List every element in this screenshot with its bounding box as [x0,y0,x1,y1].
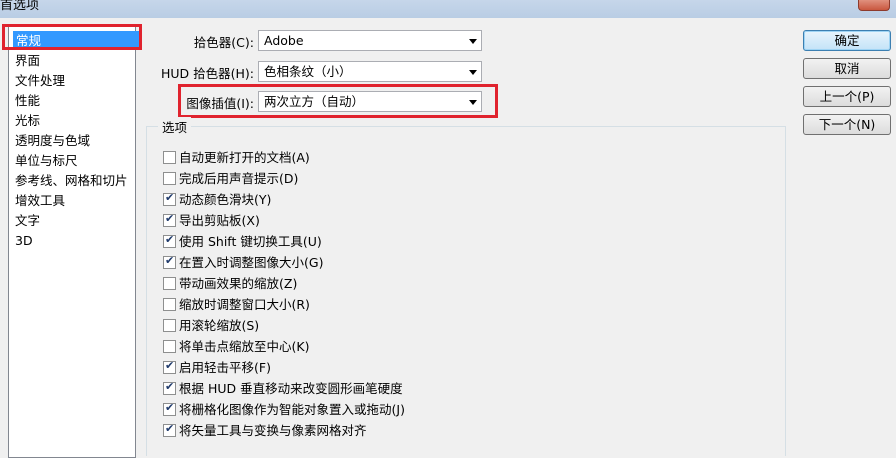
option-label: 启用轻击平移(F) [179,360,271,375]
option-label: 缩放时调整窗口大小(R) [179,297,310,312]
sidebar-item-interface[interactable]: 界面 [15,51,40,70]
checkbox-checked[interactable] [163,212,176,227]
color-picker-label: 拾色器(C): [193,35,254,50]
option-label: 将单击点缩放至中心(K) [179,339,310,354]
sidebar-item-performance[interactable]: 性能 [15,91,40,110]
option-label: 用滚轮缩放(S) [179,318,260,333]
checkbox-checked[interactable] [163,422,176,437]
option-label: 将矢量工具与变换与像素网格对齐 [179,423,367,438]
next-button[interactable]: 下一个(N) [803,114,891,135]
sidebar-item-units-rulers[interactable]: 单位与标尺 [15,151,78,170]
window-title: 首选项 [0,0,40,13]
category-list: 常规 界面 文件处理 性能 光标 透明度与色域 单位与标尺 参考线、网格和切片 … [8,26,139,458]
hud-color-picker-select[interactable]: 色相条纹（小） [258,61,482,82]
options-group-title: 选项 [158,117,192,136]
title-bar: 首选项 [0,0,896,18]
sidebar-item-transparency-gamut[interactable]: 透明度与色域 [15,131,90,150]
prev-button[interactable]: 上一个(P) [803,86,891,107]
checkbox[interactable] [163,151,176,164]
sidebar-item-file-handling[interactable]: 文件处理 [15,71,65,90]
preferences-dialog: 常规 界面 文件处理 性能 光标 透明度与色域 单位与标尺 参考线、网格和切片 … [0,18,896,458]
checkbox-checked[interactable] [163,380,176,395]
option-label: 在置入时调整图像大小(G) [179,255,324,270]
cancel-button[interactable]: 取消 [803,58,891,79]
color-picker-value: Adobe [264,33,304,48]
option-label: 根据 HUD 垂直移动来改变圆形画笔硬度 [179,381,403,396]
checkbox[interactable] [163,277,176,290]
sidebar-item-cursors[interactable]: 光标 [15,111,40,130]
chevron-down-icon [469,39,477,44]
checkbox[interactable] [163,172,176,185]
hud-color-picker-value: 色相条纹（小） [264,64,352,79]
sidebar-item-guides-grid-slices[interactable]: 参考线、网格和切片 [15,171,128,190]
checkbox[interactable] [163,319,176,332]
option-label: 完成后用声音提示(D) [179,171,299,186]
sidebar-item-type[interactable]: 文字 [15,211,40,230]
option-label: 将栅格化图像作为智能对象置入或拖动(J) [179,402,405,417]
highlight-box-interpolation [178,84,498,118]
option-label: 带动画效果的缩放(Z) [179,276,298,291]
hud-color-picker-label: HUD 拾色器(H): [160,66,254,81]
highlight-box-general [2,24,142,50]
option-label: 使用 Shift 键切换工具(U) [179,234,322,249]
checkbox[interactable] [163,340,176,353]
sidebar-item-3d[interactable]: 3D [15,231,33,250]
ok-button[interactable]: 确定 [803,30,891,51]
checkbox-checked[interactable] [163,401,176,416]
checkbox-checked[interactable] [163,254,176,269]
option-label: 动态颜色滑块(Y) [179,192,272,207]
checkbox-checked[interactable] [163,233,176,248]
checkbox-checked[interactable] [163,359,176,374]
color-picker-select[interactable]: Adobe [258,30,482,51]
close-icon[interactable] [858,0,890,11]
option-label: 导出剪贴板(X) [179,213,260,228]
checkbox[interactable] [163,298,176,311]
chevron-down-icon [469,70,477,75]
sidebar-item-plugins[interactable]: 增效工具 [15,191,65,210]
option-label: 自动更新打开的文档(A) [179,150,310,165]
checkbox-checked[interactable] [163,191,176,206]
